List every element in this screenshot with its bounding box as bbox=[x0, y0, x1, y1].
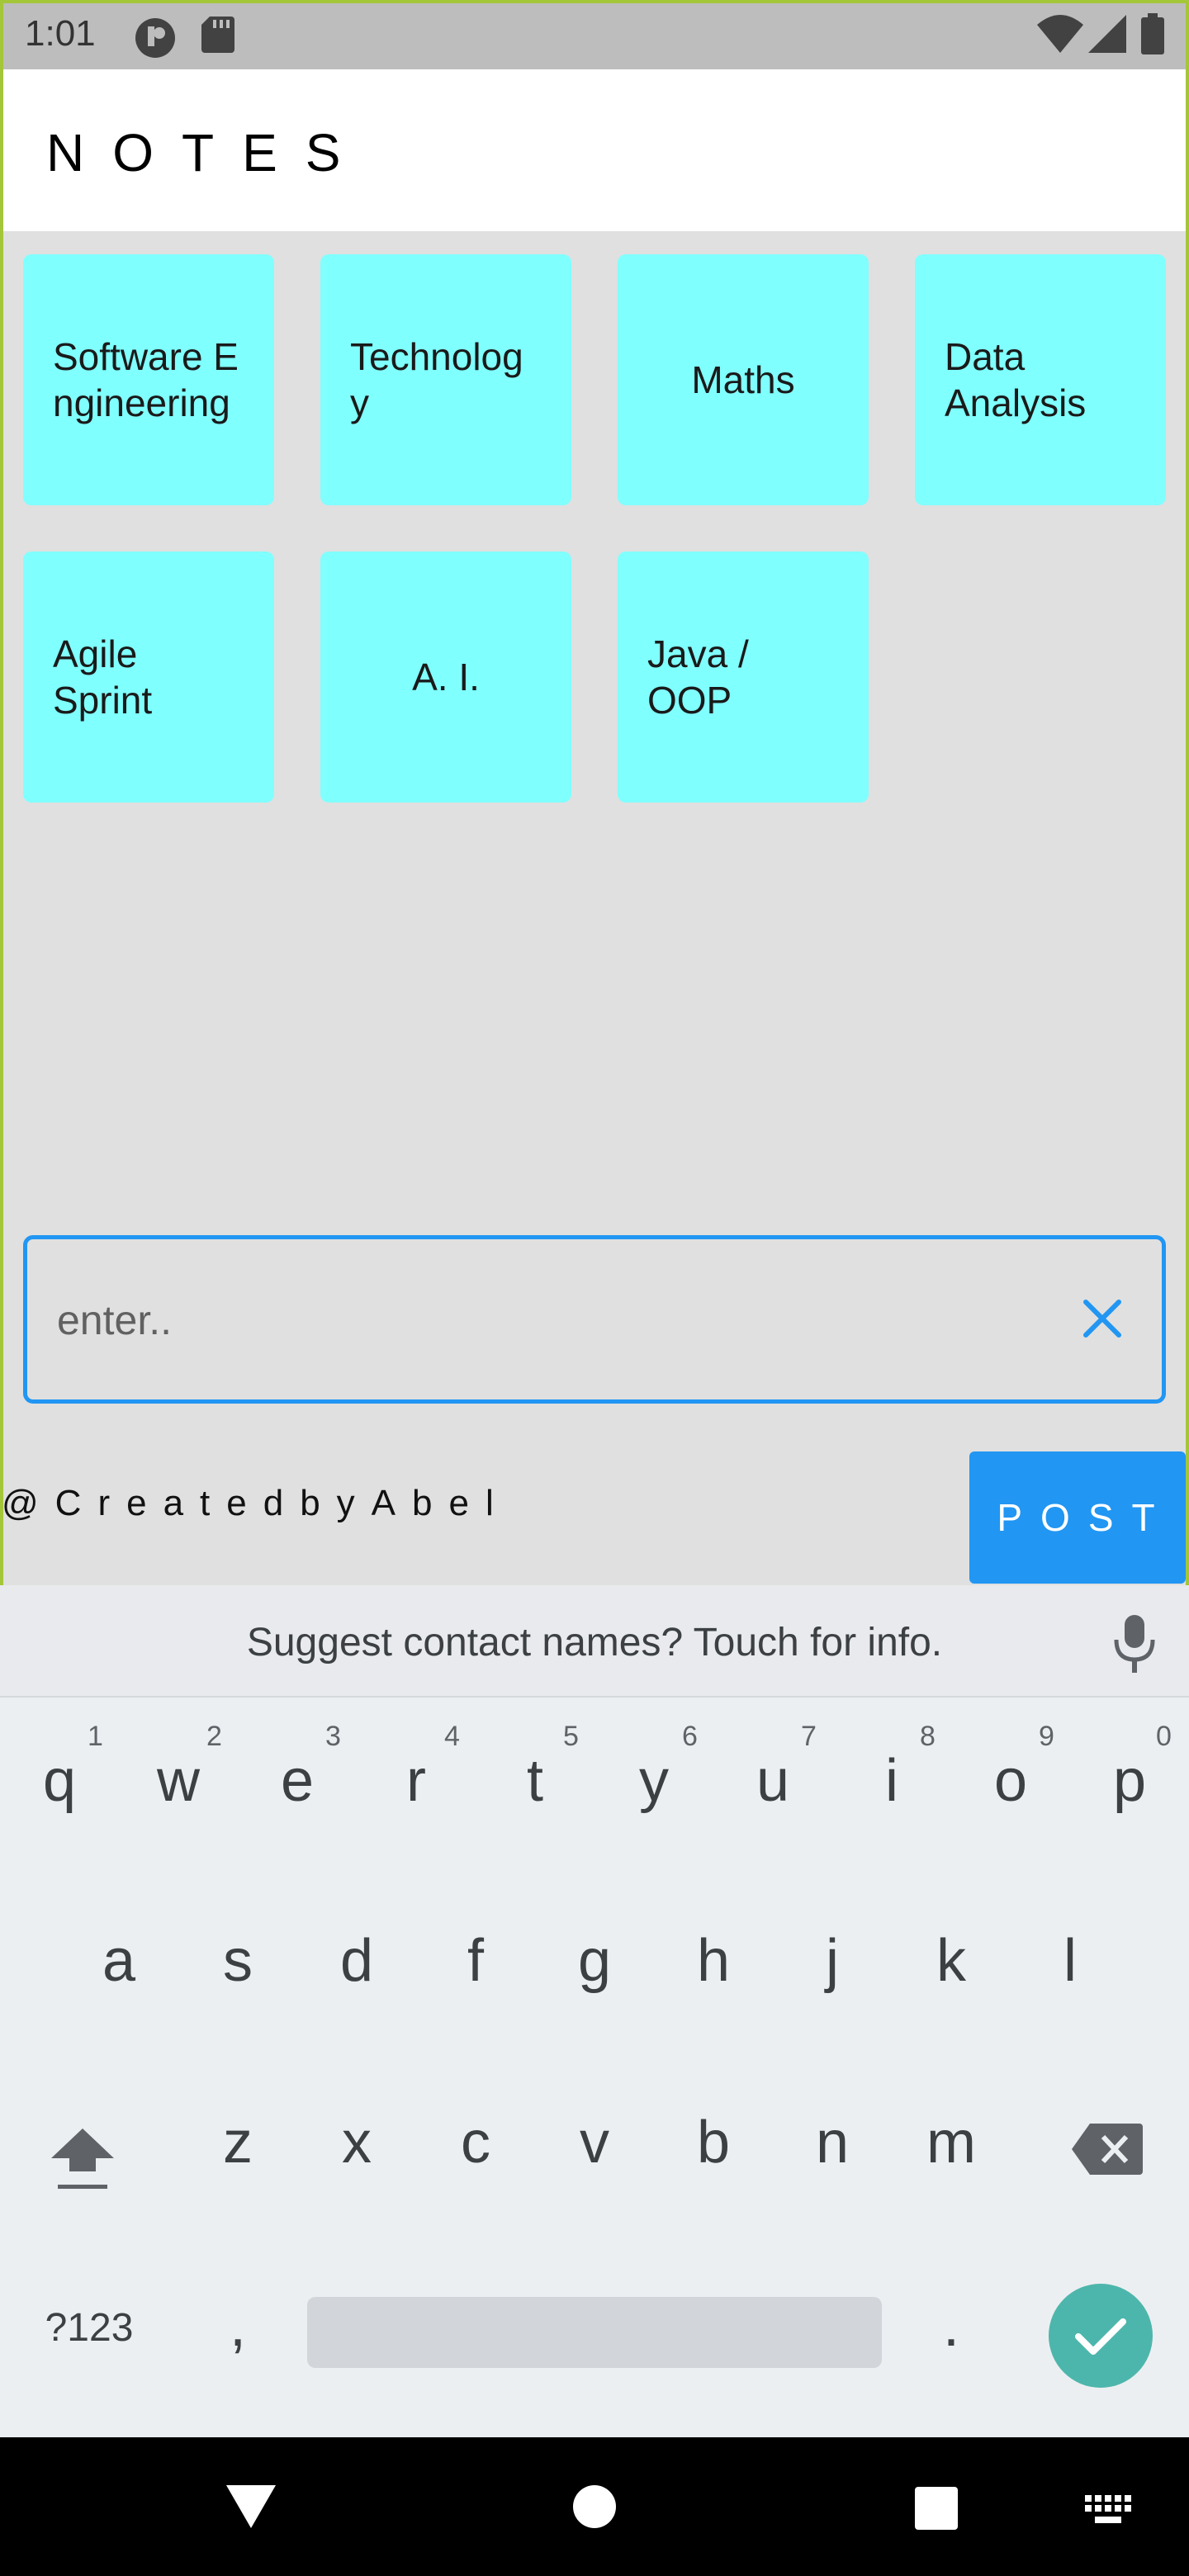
symbols-key[interactable]: ?123 bbox=[30, 2305, 149, 2351]
key-d[interactable]: d bbox=[297, 1927, 416, 1995]
microphone-icon[interactable] bbox=[1111, 1615, 1158, 1679]
tile-label: A. I. bbox=[412, 656, 480, 698]
key-s[interactable]: s bbox=[178, 1927, 297, 1995]
key-w[interactable]: w bbox=[119, 1747, 238, 1815]
recents-icon[interactable] bbox=[915, 2487, 958, 2534]
key-b[interactable]: b bbox=[654, 2109, 773, 2176]
key-l[interactable]: l bbox=[1011, 1927, 1130, 1995]
key-e[interactable]: e bbox=[238, 1747, 357, 1815]
key-t[interactable]: t bbox=[476, 1747, 594, 1815]
wifi-icon bbox=[1037, 15, 1083, 57]
tile-label: Agile Sprint bbox=[53, 632, 153, 722]
note-tile-technology[interactable]: Technology bbox=[320, 254, 571, 505]
key-comma[interactable]: , bbox=[178, 2292, 297, 2360]
shift-icon[interactable] bbox=[48, 2125, 117, 2195]
key-v[interactable]: v bbox=[535, 2109, 654, 2176]
note-tile-java-oop[interactable]: Java / OOP bbox=[618, 552, 869, 803]
note-tile-software-engineering[interactable]: Software Engineering bbox=[23, 254, 274, 505]
battery-icon bbox=[1141, 13, 1164, 59]
soft-keyboard: Suggest contact names? Touch for info. 1… bbox=[0, 1585, 1189, 2437]
note-input[interactable] bbox=[57, 1279, 1015, 1361]
tile-label: Java / OOP bbox=[647, 632, 749, 722]
note-tile-maths[interactable]: Maths bbox=[618, 254, 869, 505]
checkmark-icon bbox=[1075, 2318, 1126, 2355]
key-a[interactable]: a bbox=[59, 1927, 178, 1995]
cellular-signal-icon bbox=[1088, 15, 1126, 57]
status-bar: 1:01 bbox=[0, 0, 1189, 69]
status-time: 1:01 bbox=[25, 13, 96, 54]
suggestion-text: Suggest contact names? Touch for info. bbox=[246, 1621, 943, 1664]
note-input-container bbox=[23, 1235, 1166, 1404]
key-k[interactable]: k bbox=[892, 1927, 1011, 1995]
key-x[interactable]: x bbox=[297, 2109, 416, 2176]
key-o[interactable]: o bbox=[951, 1747, 1070, 1815]
tile-label: Data Analysis bbox=[945, 335, 1087, 424]
keyboard-switch-icon[interactable] bbox=[1085, 2495, 1133, 2529]
tile-label: Software Engineering bbox=[53, 335, 239, 424]
page-title: NOTES bbox=[46, 123, 369, 182]
key-n[interactable]: n bbox=[773, 2109, 892, 2176]
key-p[interactable]: p bbox=[1070, 1747, 1189, 1815]
navigation-bar bbox=[0, 2437, 1189, 2576]
app-notification-icon bbox=[134, 17, 177, 64]
app-bar: NOTES bbox=[0, 69, 1189, 231]
tile-label: Technology bbox=[350, 335, 523, 424]
post-button[interactable]: POST bbox=[969, 1451, 1186, 1584]
key-j[interactable]: j bbox=[773, 1927, 892, 1995]
key-f[interactable]: f bbox=[416, 1927, 535, 1995]
back-icon[interactable] bbox=[226, 2485, 276, 2532]
note-tile-agile-sprint[interactable]: Agile Sprint bbox=[23, 552, 274, 803]
sd-card-icon bbox=[201, 17, 234, 57]
key-r[interactable]: r bbox=[357, 1747, 476, 1815]
enter-key[interactable] bbox=[1049, 2284, 1153, 2388]
key-y[interactable]: y bbox=[594, 1747, 713, 1815]
key-u[interactable]: u bbox=[713, 1747, 832, 1815]
key-q[interactable]: q bbox=[0, 1747, 119, 1815]
home-icon[interactable] bbox=[573, 2485, 616, 2532]
clear-icon[interactable] bbox=[1076, 1292, 1129, 1345]
spacebar[interactable] bbox=[307, 2297, 882, 2368]
note-tile-data-analysis[interactable]: Data Analysis bbox=[915, 254, 1166, 505]
key-period[interactable]: . bbox=[892, 2292, 1011, 2360]
backspace-icon[interactable] bbox=[1072, 2124, 1143, 2179]
key-g[interactable]: g bbox=[535, 1927, 654, 1995]
key-z[interactable]: z bbox=[178, 2109, 297, 2176]
credit-text: @CreatedbyAbel bbox=[2, 1483, 510, 1523]
tile-label: Maths bbox=[691, 358, 795, 401]
key-c[interactable]: c bbox=[416, 2109, 535, 2176]
key-i[interactable]: i bbox=[832, 1747, 951, 1815]
key-h[interactable]: h bbox=[654, 1927, 773, 1995]
key-m[interactable]: m bbox=[892, 2109, 1011, 2176]
note-tile-ai[interactable]: A. I. bbox=[320, 552, 571, 803]
suggestion-strip[interactable]: Suggest contact names? Touch for info. bbox=[0, 1585, 1189, 1698]
